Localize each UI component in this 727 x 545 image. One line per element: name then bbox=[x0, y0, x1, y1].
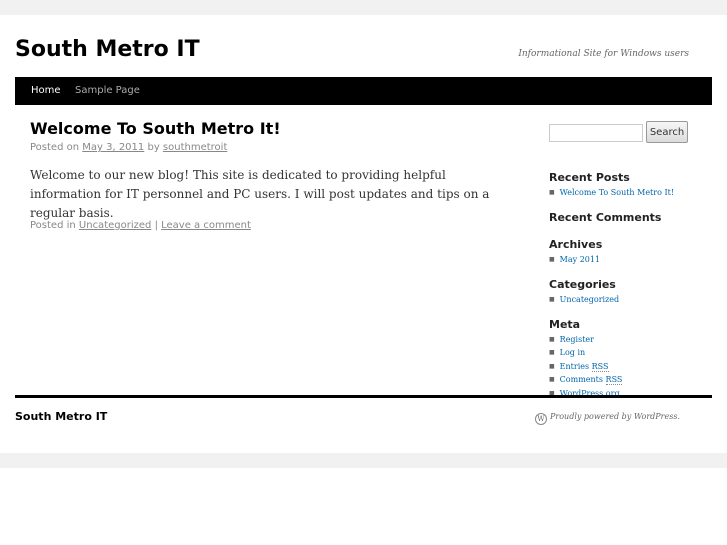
post-meta-by: by bbox=[147, 142, 160, 153]
main-nav: Home Sample Page bbox=[15, 77, 712, 105]
comments-prefix: Comments bbox=[559, 375, 603, 385]
search-input[interactable] bbox=[549, 124, 643, 142]
entries-rss-abbr: RSS bbox=[591, 361, 609, 372]
archive-link[interactable]: May 2011 bbox=[560, 255, 600, 264]
comments-rss-abbr: RSS bbox=[605, 375, 623, 386]
list-item: Register bbox=[549, 333, 622, 346]
post-meta: Posted on May 3, 2011 by southmetroit bbox=[30, 142, 227, 153]
leave-comment-link[interactable]: Leave a comment bbox=[161, 220, 251, 231]
list-item: Uncategorized bbox=[549, 293, 619, 306]
meta-title: Meta bbox=[549, 318, 581, 331]
login-link[interactable]: Log in bbox=[560, 348, 586, 357]
search-button[interactable]: Search bbox=[646, 121, 688, 143]
wordpress-icon: W bbox=[535, 413, 548, 425]
recent-post-link[interactable]: Welcome To South Metro It! bbox=[560, 188, 674, 197]
nav-item-home[interactable]: Home bbox=[23, 77, 69, 105]
list-item: Entries RSS bbox=[549, 360, 622, 373]
entries-rss-link[interactable]: Entries RSS bbox=[559, 361, 609, 372]
list-item: May 2011 bbox=[549, 253, 600, 266]
site-description: Informational Site for Windows users bbox=[518, 49, 689, 59]
nav-item-sample-page[interactable]: Sample Page bbox=[67, 77, 148, 105]
post-utility: Posted in Uncategorized | Leave a commen… bbox=[30, 220, 251, 231]
posted-in-label: Posted in bbox=[30, 220, 76, 231]
powered-by-link[interactable]: W Proudly powered by WordPress. bbox=[535, 412, 680, 425]
list-item: Comments RSS bbox=[549, 373, 623, 386]
recent-posts-title: Recent Posts bbox=[549, 171, 630, 184]
categories-list: Uncategorized bbox=[549, 293, 619, 306]
list-item: Welcome To South Metro It! bbox=[549, 186, 674, 199]
meta-list: Register Log in Entries RSS Comments RSS… bbox=[549, 333, 623, 400]
powered-by-text: Proudly powered by WordPress. bbox=[550, 412, 680, 421]
post-body: Welcome to our new blog! This site is de… bbox=[30, 168, 490, 220]
archives-title: Archives bbox=[549, 238, 603, 251]
post-meta-prefix: Posted on bbox=[30, 142, 80, 153]
categories-title: Categories bbox=[549, 278, 616, 291]
post-date-link[interactable]: May 3, 2011 bbox=[82, 142, 144, 153]
category-link[interactable]: Uncategorized bbox=[79, 220, 151, 231]
footer-site-title[interactable]: South Metro IT bbox=[15, 410, 107, 423]
category-widget-link[interactable]: Uncategorized bbox=[560, 295, 619, 304]
register-link[interactable]: Register bbox=[560, 335, 594, 344]
post-title[interactable]: Welcome To South Metro It! bbox=[30, 119, 281, 138]
entries-prefix: Entries bbox=[559, 361, 590, 371]
site-title[interactable]: South Metro IT bbox=[15, 37, 200, 62]
comments-rss-link[interactable]: Comments RSS bbox=[559, 375, 623, 386]
top-band bbox=[0, 0, 727, 15]
bottom-band bbox=[0, 453, 727, 468]
post-author-link[interactable]: southmetroit bbox=[163, 142, 227, 153]
list-item: Log in bbox=[549, 346, 622, 359]
footer-divider bbox=[15, 395, 712, 398]
archives-list: May 2011 bbox=[549, 253, 600, 266]
recent-comments-title: Recent Comments bbox=[549, 211, 662, 224]
recent-posts-list: Welcome To South Metro It! bbox=[549, 186, 674, 199]
utility-separator: | bbox=[154, 220, 158, 231]
list-item: WordPress.org bbox=[549, 387, 622, 400]
